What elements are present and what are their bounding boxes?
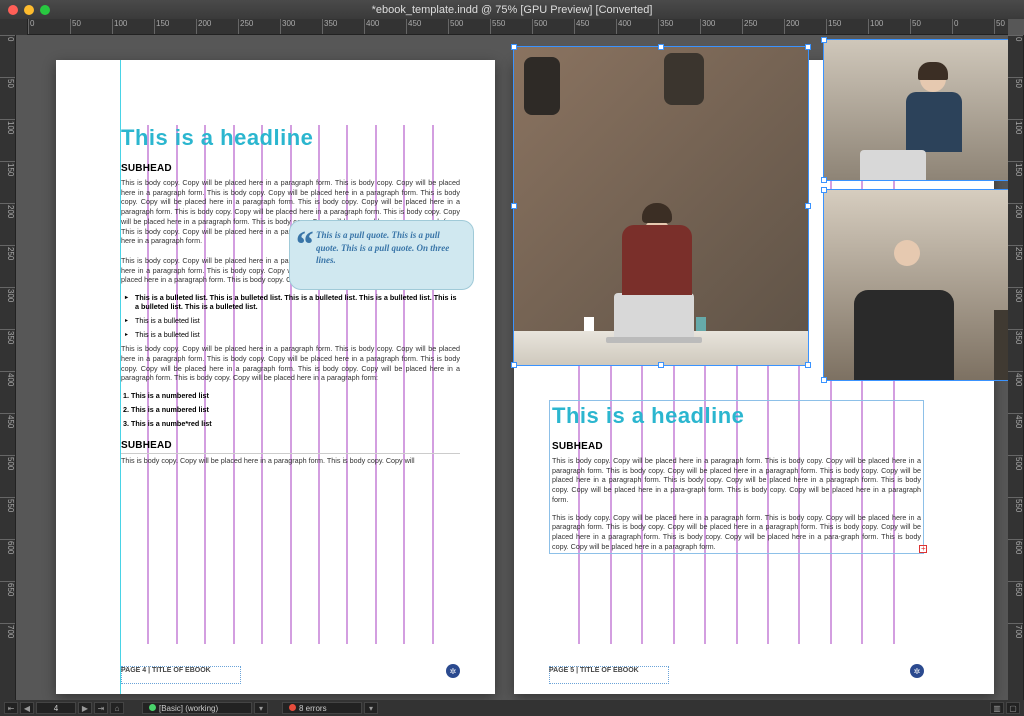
subhead-text[interactable]: SUBHEAD <box>552 441 921 452</box>
subhead-text[interactable]: SUBHEAD <box>121 440 460 451</box>
body-text[interactable]: This is body copy. Copy will be placed h… <box>121 344 460 383</box>
error-dot-icon <box>289 704 296 711</box>
body-text[interactable]: This is body copy. Copy will be placed h… <box>552 456 921 505</box>
body-text[interactable]: This is body copy. Copy will be placed h… <box>121 453 460 466</box>
close-button[interactable] <box>8 5 18 15</box>
minimize-button[interactable] <box>24 5 34 15</box>
preflight-errors-field[interactable]: 8 errors <box>282 702 362 714</box>
open-quote-icon: “ <box>294 219 313 272</box>
paragraph-style-field[interactable]: [Basic] (working) <box>142 702 252 714</box>
page-footer[interactable]: PAGE 5 | TITLE OF EBOOK <box>549 667 639 674</box>
overset-text-indicator[interactable] <box>919 545 927 553</box>
list-item[interactable]: This is a bulleted list <box>129 316 460 325</box>
list-item[interactable]: This is a bulleted list <box>129 330 460 339</box>
status-bar: ⇤ ◀ 4 ▶ ⇥ ⌂ [Basic] (working) ▾ 8 errors… <box>0 700 1024 716</box>
ruler-vertical-left[interactable]: 0501001502002503003504004505005506006507… <box>0 35 16 700</box>
window-controls <box>8 5 50 15</box>
bulleted-list[interactable]: This is a bulleted list. This is a bulle… <box>121 293 460 339</box>
maximize-button[interactable] <box>40 5 50 15</box>
document-canvas[interactable]: This is a headline SUBHEAD This is body … <box>16 35 1008 700</box>
style-dropdown-button[interactable]: ▾ <box>254 702 268 714</box>
pull-quote-text: This is a pull quote. This is a pull quo… <box>316 230 449 265</box>
ruler-vertical-right[interactable]: 0501001502002503003504004505005506006507… <box>1008 35 1024 700</box>
list-item[interactable]: This is a numbe*red list <box>131 419 460 428</box>
scroll-handle[interactable]: ▢ <box>1006 702 1020 714</box>
pull-quote[interactable]: “ This is a pull quote. This is a pull q… <box>289 220 474 290</box>
preflight-dropdown-button[interactable]: ▾ <box>364 702 378 714</box>
subhead-text[interactable]: SUBHEAD <box>121 163 460 174</box>
prev-page-button[interactable]: ◀ <box>20 702 34 714</box>
page-number-field[interactable]: 4 <box>36 702 76 714</box>
body-text[interactable]: This is body copy. Copy will be placed h… <box>552 513 921 552</box>
image-frame-bottom-right[interactable] <box>824 190 1008 380</box>
open-pages-panel-button[interactable]: ⌂ <box>110 702 124 714</box>
headline-text[interactable]: This is a headline <box>121 125 460 151</box>
last-page-button[interactable]: ⇥ <box>94 702 108 714</box>
page-4-margin: This is a headline SUBHEAD This is body … <box>121 125 460 644</box>
page-footer[interactable]: PAGE 4 | TITLE OF EBOOK <box>121 667 211 674</box>
footer-logo-badge[interactable]: ✲ <box>910 664 924 678</box>
first-page-button[interactable]: ⇤ <box>4 702 18 714</box>
placed-image <box>514 47 808 365</box>
body-copy: This is body copy. Copy will be placed h… <box>552 513 921 551</box>
image-frame-top-right[interactable] <box>824 40 1008 180</box>
titlebar: *ebook_template.indd @ 75% [GPU Preview]… <box>0 0 1024 19</box>
next-page-button[interactable]: ▶ <box>78 702 92 714</box>
headline-text[interactable]: This is a headline <box>552 403 921 429</box>
numbered-list[interactable]: This is a numbered list This is a numbere… <box>121 391 460 428</box>
page-4[interactable]: This is a headline SUBHEAD This is body … <box>56 60 495 694</box>
list-item[interactable]: This is a bulleted list. This is a bulle… <box>129 293 460 311</box>
document-title: *ebook_template.indd @ 75% [GPU Preview]… <box>372 4 653 16</box>
view-split-button[interactable]: ▥ <box>990 702 1004 714</box>
status-ok-icon <box>149 704 156 711</box>
style-label: [Basic] (working) <box>159 704 218 713</box>
text-frame[interactable]: This is a headline SUBHEAD This is body … <box>549 400 924 554</box>
list-item[interactable]: This is a numbered list <box>131 405 460 414</box>
placed-image <box>824 190 1008 380</box>
ruler-horizontal[interactable]: 0501001502002503003504004505005505004504… <box>28 19 1008 35</box>
list-item[interactable]: This is a numbered list <box>131 391 460 400</box>
image-frame-main[interactable] <box>514 47 808 365</box>
errors-label: 8 errors <box>299 704 327 713</box>
placed-image <box>824 40 1008 180</box>
ruler-origin[interactable] <box>0 19 28 35</box>
footer-logo-badge[interactable]: ✲ <box>446 664 460 678</box>
page-5[interactable]: This is a headline SUBHEAD This is body … <box>514 60 994 694</box>
